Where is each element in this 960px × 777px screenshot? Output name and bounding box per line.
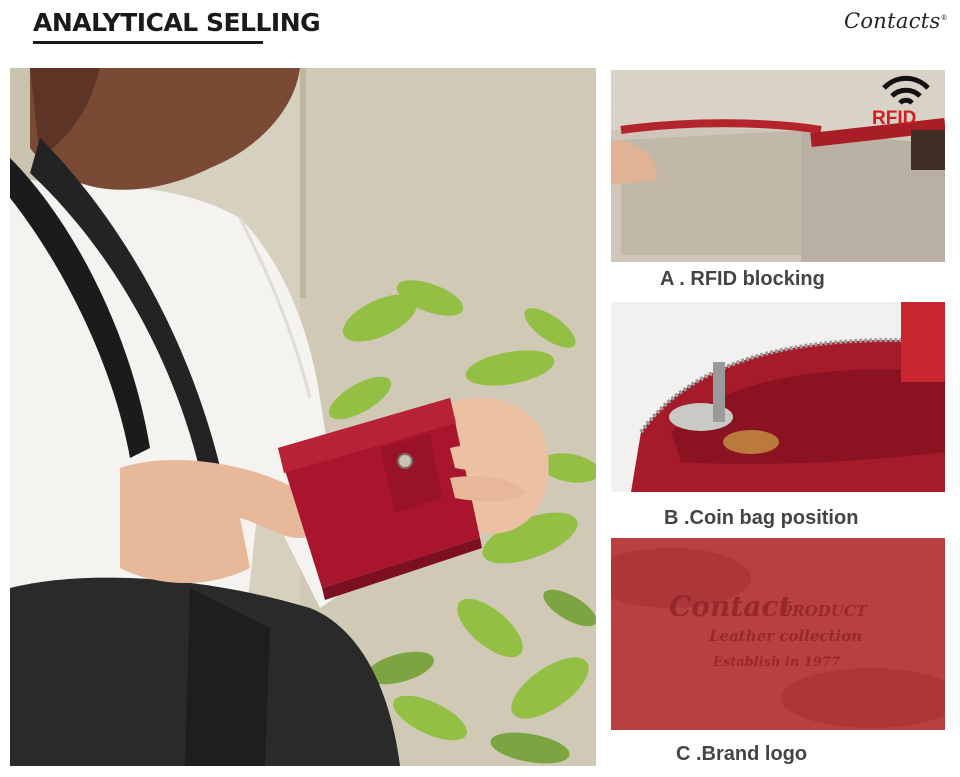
coin-pocket-photo: [611, 302, 945, 492]
rfid-badge-label: RFID: [872, 108, 917, 129]
caption-brand-logo: C .Brand logo: [676, 743, 808, 765]
svg-text:Contact: Contact: [669, 590, 791, 623]
svg-text:PRODUCT: PRODUCT: [780, 602, 869, 620]
svg-text:Leather collection: Leather collection: [708, 627, 862, 645]
svg-text:Establish in 1977: Establish in 1977: [712, 655, 840, 670]
caption-rfid-blocking: A . RFID blocking: [660, 268, 825, 290]
page-title: ANALYTICAL SELLING: [33, 8, 321, 37]
brand-logo: Contacts®: [844, 9, 948, 33]
caption-coin-bag-position: B .Coin bag position: [664, 507, 859, 529]
main-product-photo: [10, 68, 596, 766]
title-underline: [33, 41, 263, 44]
brand-logo-photo: Contact PRODUCT Leather collection Estab…: [611, 538, 945, 730]
